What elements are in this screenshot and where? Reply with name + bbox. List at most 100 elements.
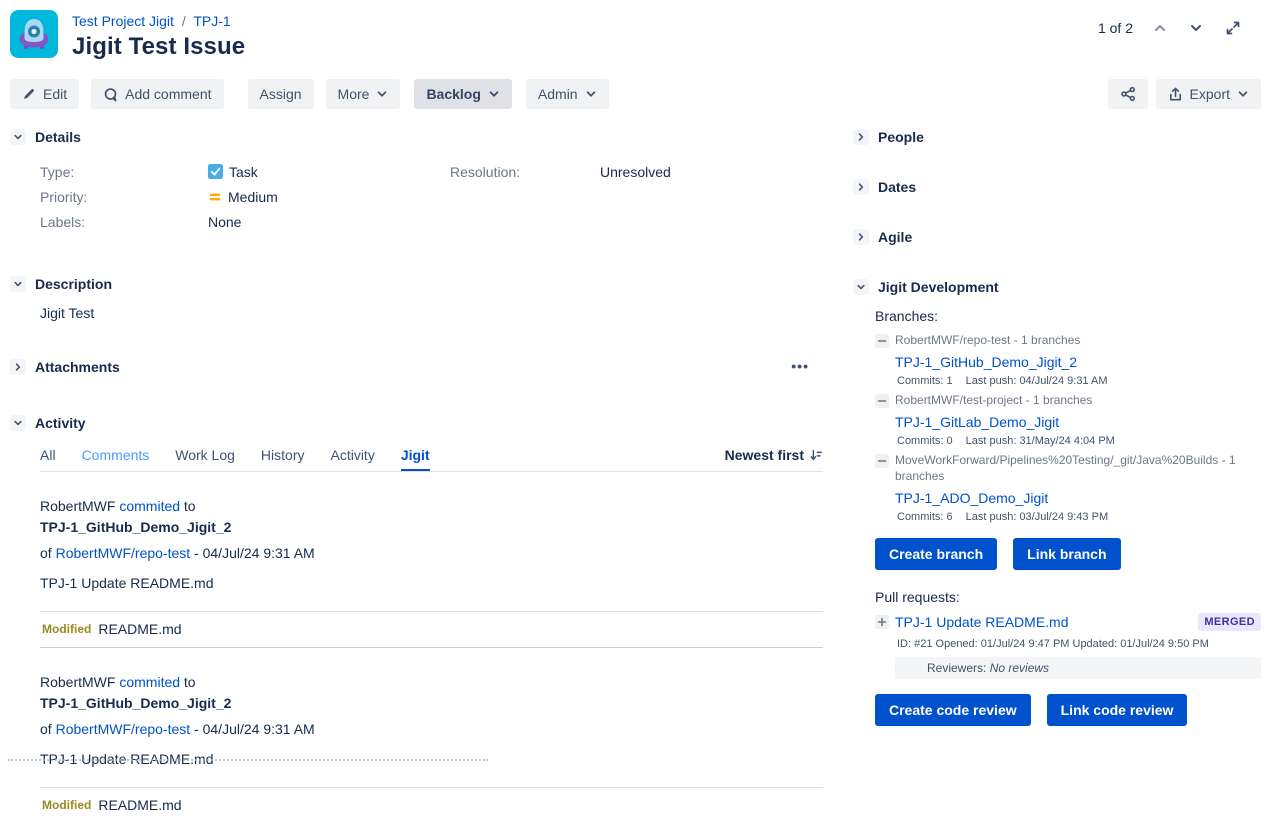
branch-repo-label: MoveWorkForward/Pipelines%20Testing/_git… [895, 452, 1261, 484]
add-comment-button[interactable]: Add comment [91, 79, 223, 109]
link-branch-button[interactable]: Link branch [1013, 538, 1120, 570]
commit-date: - 04/Jul/24 9:31 AM [194, 721, 315, 737]
breadcrumb-issue-link[interactable]: TPJ-1 [193, 13, 230, 29]
commit-repo-link[interactable]: RobertMWF/repo-test [56, 721, 191, 737]
resolution-field-label: Resolution: [450, 164, 600, 180]
branch-link[interactable]: TPJ-1_GitLab_Demo_Jigit [895, 414, 1059, 430]
collapse-minus-icon[interactable] [875, 334, 889, 348]
commit-message: TPJ-1 Update README.md [40, 573, 823, 594]
commit-link[interactable]: commited [119, 498, 180, 514]
reviewers-row: Reviewers: No reviews [895, 657, 1261, 679]
activity-section-title: Activity [35, 415, 86, 431]
dates-section-title: Dates [878, 179, 916, 195]
export-button[interactable]: Export [1156, 79, 1261, 109]
task-type-icon [208, 164, 223, 179]
agile-section: Agile [853, 229, 1261, 245]
attachments-more-actions-button[interactable]: ••• [785, 357, 815, 375]
reviewers-value: No reviews [990, 661, 1049, 675]
file-status-label: Modified [42, 798, 91, 812]
type-value-text: Task [229, 164, 258, 180]
type-field-value: Task [208, 164, 258, 180]
issue-header: Test Project Jigit / TPJ-1 Jigit Test Is… [10, 10, 1261, 61]
commit-date: - 04/Jul/24 9:31 AM [194, 545, 315, 561]
branch-link[interactable]: TPJ-1_GitHub_Demo_Jigit_2 [895, 354, 1077, 370]
tab-work-log[interactable]: Work Log [175, 447, 235, 471]
expand-view-button[interactable] [1223, 18, 1243, 38]
people-section-title: People [878, 129, 924, 145]
edit-button[interactable]: Edit [10, 79, 79, 109]
dates-section-header[interactable]: Dates [853, 179, 1261, 195]
more-button[interactable]: More [326, 79, 401, 109]
pull-request-link[interactable]: TPJ-1 Update README.md [895, 614, 1069, 630]
create-code-review-button[interactable]: Create code review [875, 694, 1031, 726]
commit-to-word: to [184, 674, 196, 690]
expand-plus-icon[interactable] [875, 615, 889, 629]
dates-section: Dates [853, 179, 1261, 195]
commit-to-word: to [184, 498, 196, 514]
people-section-header[interactable]: People [853, 129, 1261, 145]
header-text: Test Project Jigit / TPJ-1 Jigit Test Is… [72, 10, 245, 61]
previous-issue-button[interactable] [1151, 19, 1169, 37]
attachments-section-header[interactable]: Attachments [10, 359, 823, 375]
link-code-review-button[interactable]: Link code review [1047, 694, 1188, 726]
agile-section-title: Agile [878, 229, 912, 245]
jigit-development-section-header[interactable]: Jigit Development [853, 279, 1261, 295]
next-issue-button[interactable] [1187, 19, 1205, 37]
attachments-section: Attachments ••• [10, 359, 823, 375]
pull-request-group: TPJ-1 Update README.md MERGED ID: #21 Op… [875, 613, 1261, 679]
expand-chevron-icon[interactable] [853, 179, 869, 195]
branch-commits: Commits: 0 [897, 435, 953, 447]
project-avatar[interactable] [10, 10, 58, 58]
expand-chevron-icon[interactable] [10, 359, 26, 375]
description-section-header[interactable]: Description [10, 276, 823, 292]
assign-button[interactable]: Assign [248, 79, 314, 109]
collapse-chevron-icon[interactable] [10, 276, 26, 292]
type-field-row: Type: Task Resolution: Unresolved [40, 159, 823, 184]
create-branch-button[interactable]: Create branch [875, 538, 997, 570]
admin-button[interactable]: Admin [526, 79, 609, 109]
issue-toolbar: Edit Add comment Assign More Backlog Adm… [10, 79, 1261, 109]
collapse-chevron-icon[interactable] [10, 129, 26, 145]
tab-comments[interactable]: Comments [82, 447, 150, 471]
activity-section: Activity All Comments Work Log History A… [10, 415, 823, 823]
left-column: Details Type: Task Resolution: [10, 129, 823, 823]
agile-section-header[interactable]: Agile [853, 229, 1261, 245]
pull-requests-label: Pull requests: [875, 589, 1261, 605]
chevron-down-icon [488, 88, 500, 100]
collapse-minus-icon[interactable] [875, 394, 889, 408]
tab-activity[interactable]: Activity [330, 447, 374, 471]
details-section-header[interactable]: Details [10, 129, 823, 145]
more-button-label: More [338, 86, 370, 102]
tab-history[interactable]: History [261, 447, 305, 471]
share-button[interactable] [1108, 79, 1148, 109]
branch-commits: Commits: 1 [897, 375, 953, 387]
expand-chevron-icon[interactable] [853, 229, 869, 245]
commit-link[interactable]: commited [119, 674, 180, 690]
branch-last-push: Last push: 03/Jul/24 9:43 PM [966, 511, 1108, 523]
collapse-chevron-icon[interactable] [10, 415, 26, 431]
expand-chevron-icon[interactable] [853, 129, 869, 145]
assign-button-label: Assign [260, 86, 302, 102]
description-section-title: Description [35, 276, 112, 292]
tab-all[interactable]: All [40, 447, 56, 471]
commit-of-word: of [40, 721, 52, 737]
branch-link[interactable]: TPJ-1_ADO_Demo_Jigit [895, 490, 1048, 506]
breadcrumb-project-link[interactable]: Test Project Jigit [72, 13, 174, 29]
tab-jigit[interactable]: Jigit [401, 447, 430, 471]
details-section: Details Type: Task Resolution: [10, 129, 823, 234]
right-sidebar: People Dates Agile [853, 129, 1261, 823]
backlog-button-label: Backlog [426, 86, 480, 102]
commit-file-row: Modified README.md [40, 612, 823, 647]
activity-section-header[interactable]: Activity [10, 415, 823, 431]
commit-repo-link[interactable]: RobertMWF/repo-test [56, 545, 191, 561]
file-status-label: Modified [42, 622, 91, 636]
merged-status-badge: MERGED [1198, 613, 1261, 631]
collapse-chevron-icon[interactable] [853, 279, 869, 295]
sort-order-button[interactable]: Newest first [725, 447, 823, 471]
collapse-minus-icon[interactable] [875, 454, 889, 468]
priority-value-text: Medium [228, 189, 278, 205]
details-fields: Type: Task Resolution: Unresolved Prio [40, 159, 823, 234]
backlog-status-button[interactable]: Backlog [414, 79, 511, 109]
chevron-down-icon [585, 88, 597, 100]
attachments-section-title: Attachments [35, 359, 120, 375]
